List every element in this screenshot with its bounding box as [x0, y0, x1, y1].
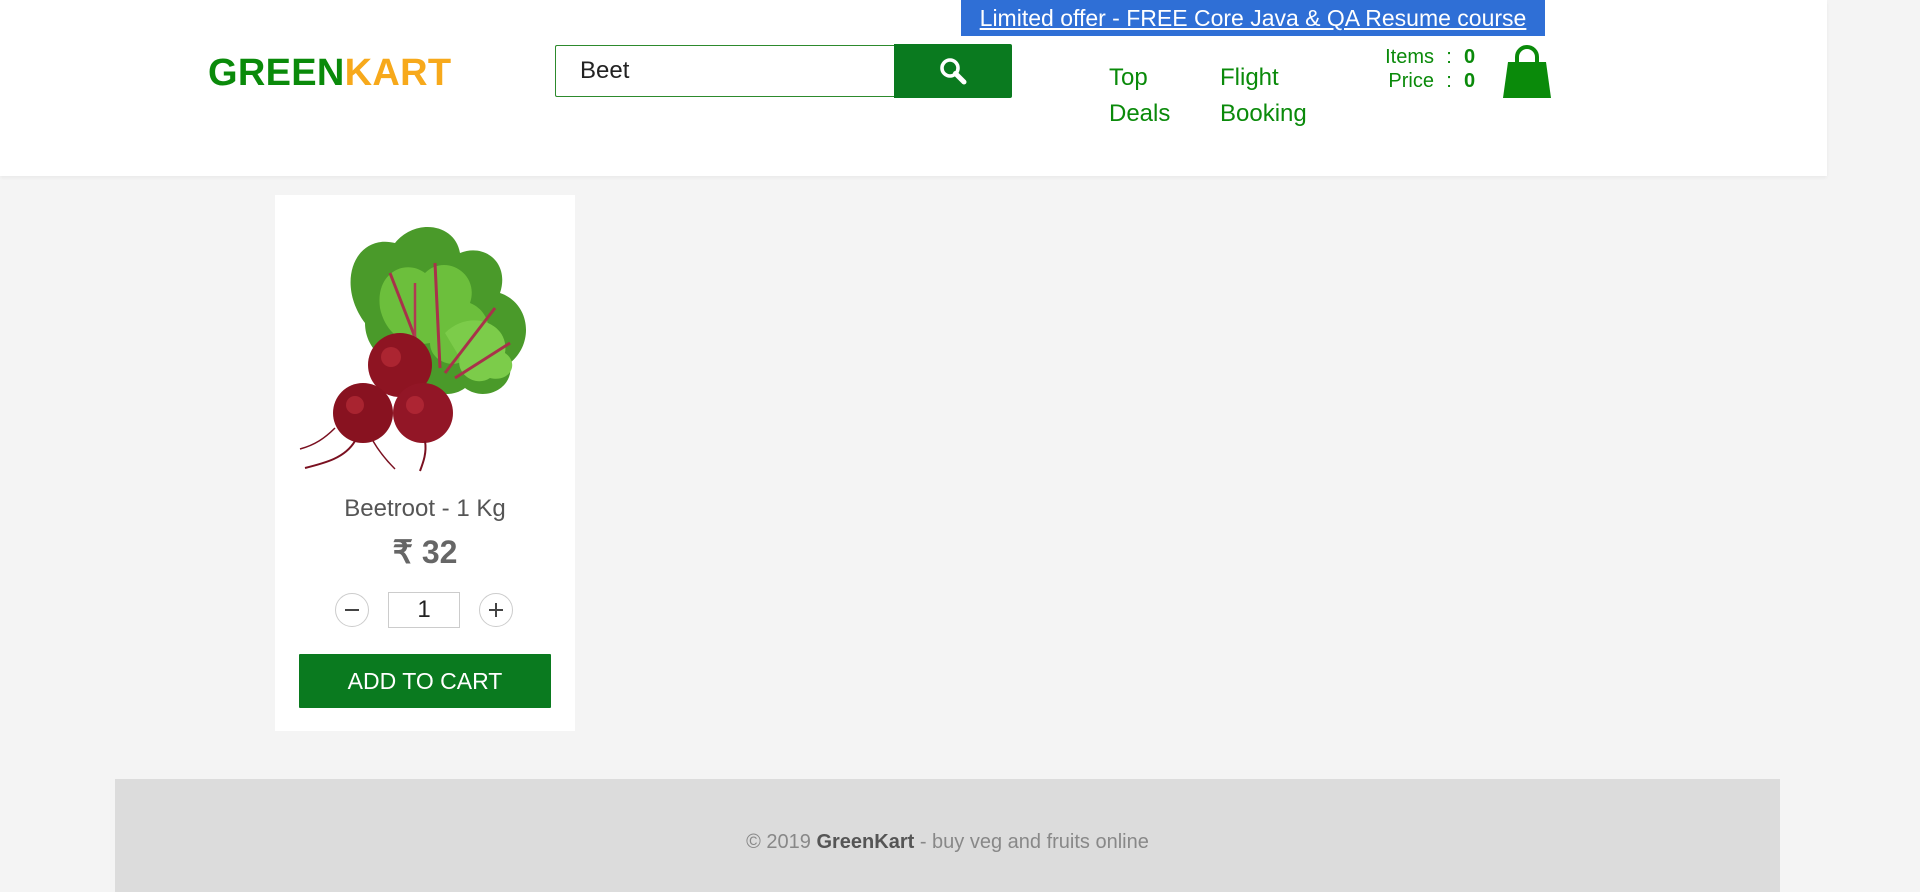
cart-price-label: Price — [1388, 70, 1434, 92]
cart-items-label: Items — [1385, 46, 1434, 68]
search-input[interactable] — [555, 45, 894, 97]
nav-flight-booking-line1: Flight — [1220, 64, 1279, 91]
product-price: ₹ 32 — [392, 534, 458, 570]
quantity-input[interactable] — [388, 592, 460, 628]
cart-items-separator: : — [1446, 46, 1452, 68]
quantity-stepper — [335, 592, 513, 628]
footer-brand: GreenKart — [816, 831, 915, 853]
search-button[interactable] — [894, 44, 1012, 98]
cart-summary: Items : 0 Price : 0 — [1362, 45, 1475, 93]
search-icon — [940, 58, 967, 85]
nav-top-deals[interactable]: Top Deals — [1109, 60, 1170, 132]
footer-suffix: - buy veg and fruits online — [914, 831, 1149, 853]
beetroot-image — [299, 226, 527, 472]
brand-logo[interactable]: GREENKART — [208, 52, 451, 95]
nav-flight-booking[interactable]: Flight Booking — [1220, 60, 1307, 132]
nav-top-deals-line1: Top — [1109, 64, 1148, 91]
search-bar — [555, 44, 1012, 98]
plus-icon — [489, 603, 503, 617]
shopping-bag-icon — [1503, 45, 1551, 98]
brand-logo-kart: KART — [344, 52, 452, 94]
cart-price-value: 0 — [1464, 70, 1476, 92]
add-to-cart-button[interactable]: ADD TO CART — [299, 654, 551, 708]
site-header: Limited offer - FREE Core Java & QA Resu… — [0, 0, 1827, 176]
cart-button[interactable] — [1502, 44, 1552, 105]
increment-button[interactable] — [479, 593, 513, 627]
cart-price-separator: : — [1446, 70, 1452, 92]
minus-icon — [345, 609, 359, 611]
nav-top-deals-line2: Deals — [1109, 100, 1171, 127]
product-name: Beetroot - 1 Kg — [344, 495, 506, 522]
brand-logo-green: GREEN — [208, 52, 345, 94]
decrement-button[interactable] — [335, 593, 369, 627]
cart-items-count: 0 — [1464, 46, 1476, 68]
nav-flight-booking-line2: Booking — [1220, 100, 1307, 127]
footer-text: © 2019 GreenKart - buy veg and fruits on… — [115, 831, 1780, 854]
product-card: Beetroot - 1 Kg ₹ 32 ADD TO CART — [275, 195, 575, 731]
footer-prefix: © 2019 — [746, 831, 817, 853]
site-footer: © 2019 GreenKart - buy veg and fruits on… — [115, 779, 1780, 892]
promo-banner-link[interactable]: Limited offer - FREE Core Java & QA Resu… — [961, 0, 1545, 36]
